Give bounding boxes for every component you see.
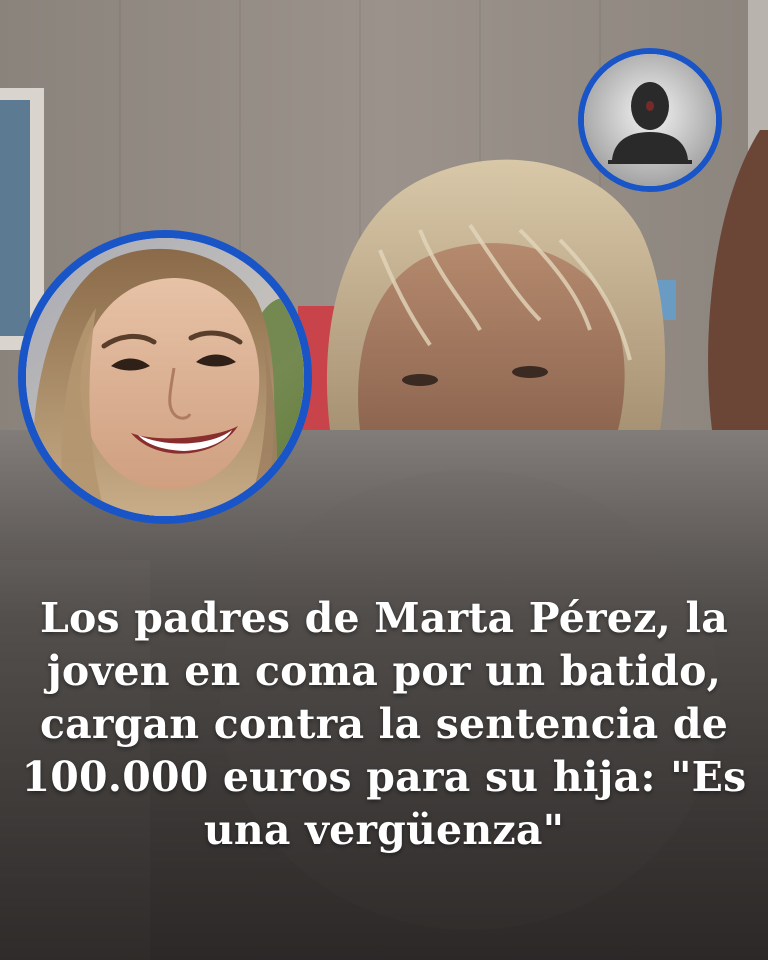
anonymous-avatar	[578, 48, 722, 192]
news-post-card: Los padres de Marta Pérez, la joven en c…	[0, 0, 768, 960]
headline-text: Los padres de Marta Pérez, la joven en c…	[21, 594, 747, 854]
person-silhouette-icon	[584, 54, 716, 186]
smiling-woman-photo	[26, 238, 304, 516]
victim-portrait	[18, 230, 312, 524]
